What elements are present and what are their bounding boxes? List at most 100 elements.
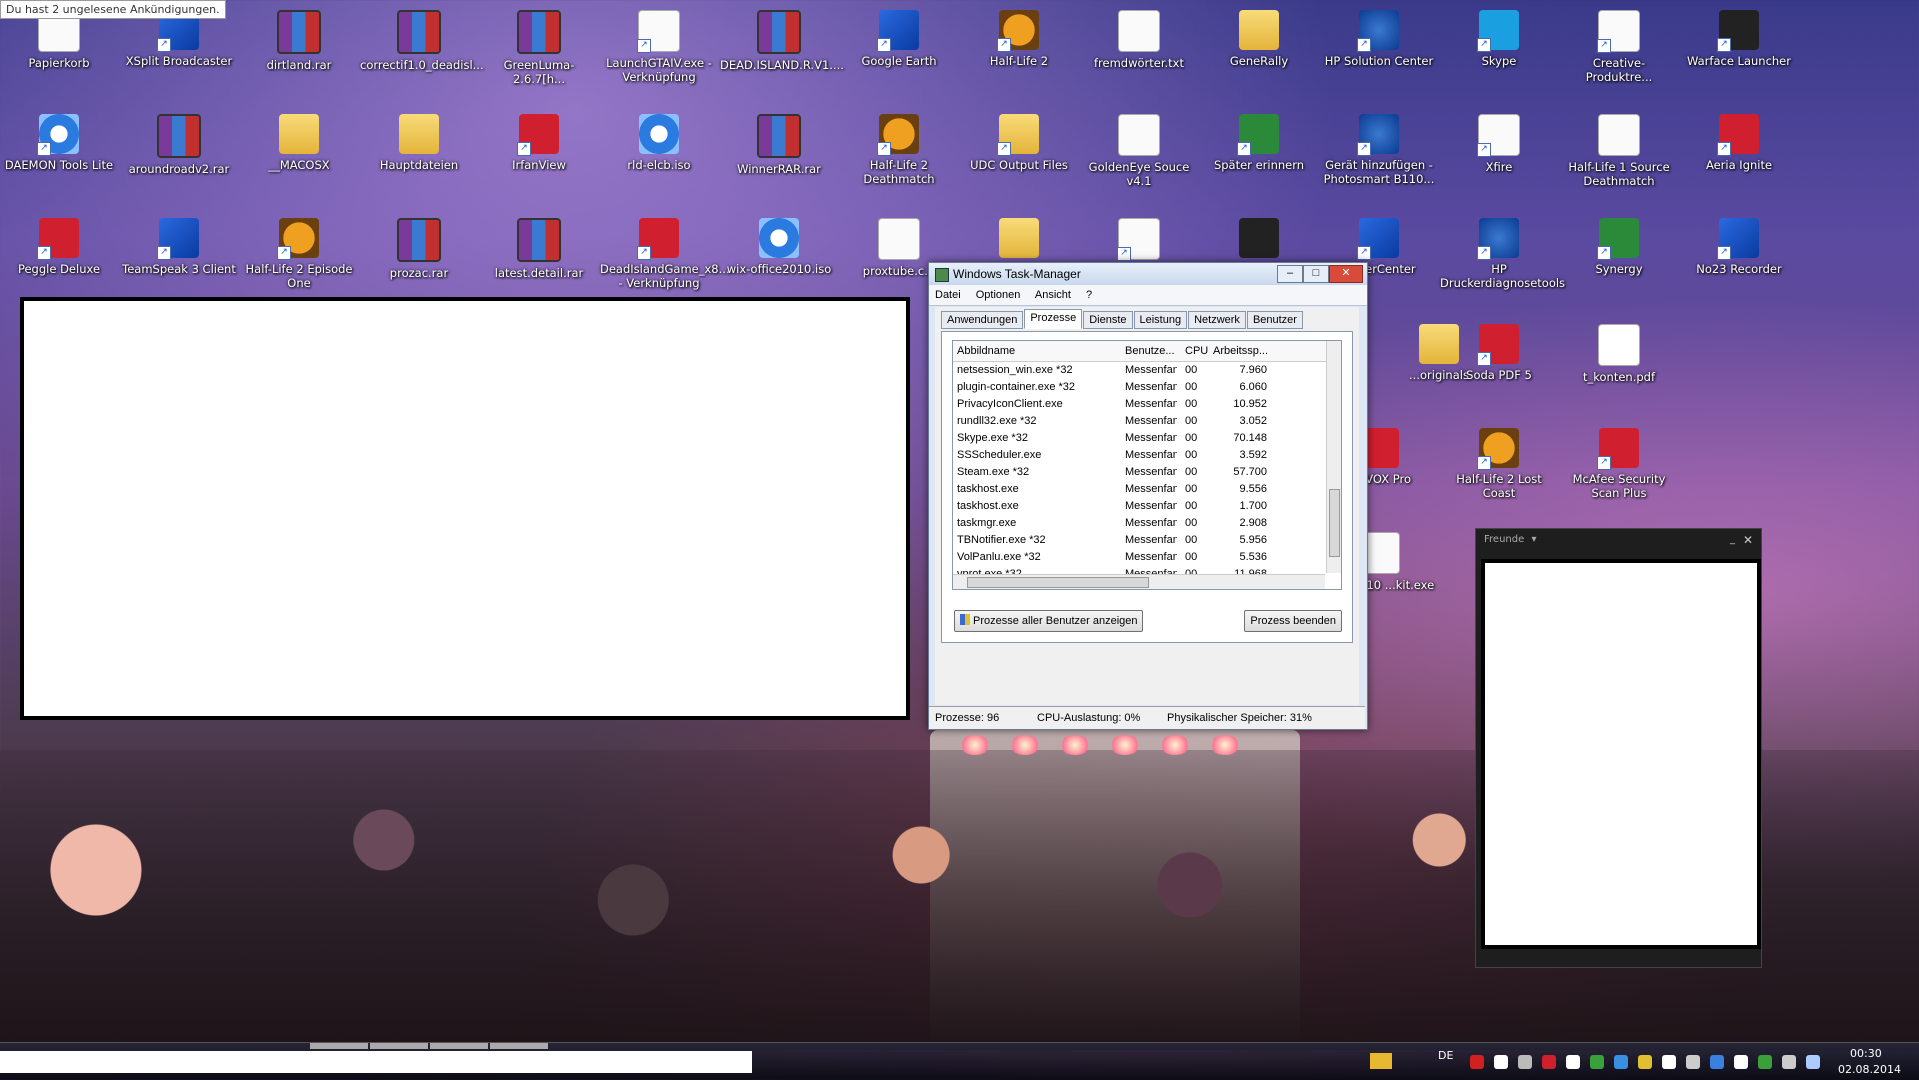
- column-header-memory[interactable]: Arbeitssp...: [1209, 341, 1267, 361]
- table-row[interactable]: Skype.exe *32 Messenfan 00 70.148: [953, 430, 1341, 447]
- taskbar-button[interactable]: [490, 1043, 548, 1049]
- horizontal-scrollbar[interactable]: [953, 574, 1325, 589]
- desktop-icon[interactable]: ↗ DAEMON Tools Lite: [0, 108, 118, 172]
- menu-optionen[interactable]: Optionen: [976, 289, 1021, 301]
- tab-netzwerk[interactable]: Netzwerk: [1188, 311, 1246, 329]
- desktop-icon[interactable]: ↗ IrfanView: [480, 108, 598, 172]
- desktop-icon[interactable]: ↗ TeamSpeak 3 Client: [120, 212, 238, 276]
- desktop-icon[interactable]: wix-office2010.iso: [720, 212, 838, 276]
- desktop-icon[interactable]: ↗ Peggle Deluxe: [0, 212, 118, 276]
- end-process-button[interactable]: Prozess beenden: [1244, 610, 1342, 632]
- close-button[interactable]: ✕: [1329, 265, 1363, 283]
- chevron-down-icon[interactable]: ▾: [1531, 534, 1536, 545]
- desktop-icon[interactable]: ↗ HP Solution Center: [1320, 4, 1438, 68]
- menu-help[interactable]: ?: [1086, 289, 1092, 301]
- desktop-icon[interactable]: ↗ Half-Life 2 Lost Coast: [1440, 422, 1558, 500]
- task-manager-window[interactable]: Windows Task-Manager – □ ✕ Datei Optione…: [928, 262, 1368, 730]
- vertical-scrollbar[interactable]: [1326, 341, 1341, 573]
- taskbar-button[interactable]: [430, 1043, 488, 1049]
- tray-icon[interactable]: [1494, 1055, 1508, 1069]
- table-row[interactable]: taskhost.exe Messenfan 00 9.556: [953, 481, 1341, 498]
- desktop-icon[interactable]: ↗ DeadIslandGame_x8... - Verknüpfung: [600, 212, 730, 290]
- tray-icon[interactable]: [1518, 1055, 1532, 1069]
- tray-icon[interactable]: [1806, 1055, 1820, 1069]
- tray-icon[interactable]: [1758, 1055, 1772, 1069]
- clock-time[interactable]: 00:30: [1850, 1047, 1882, 1060]
- desktop-icon[interactable]: __MACOSX: [240, 108, 358, 172]
- desktop-icon[interactable]: GreenLuma-2.6.7[h...: [480, 4, 598, 86]
- notification-toast[interactable]: Du hast 2 ungelesene Ankündigungen.: [0, 0, 226, 19]
- language-indicator[interactable]: DE: [1438, 1049, 1453, 1062]
- desktop-icon[interactable]: correctif1.0_deadisl...: [360, 4, 484, 72]
- friends-window[interactable]: Freunde ▾ _ ✕: [1475, 528, 1762, 968]
- desktop-icon[interactable]: ↗ McAfee Security Scan Plus: [1560, 422, 1678, 500]
- table-row[interactable]: Steam.exe *32 Messenfan 00 57.700: [953, 464, 1341, 481]
- tray-icon[interactable]: [1782, 1055, 1796, 1069]
- desktop-icon[interactable]: Hauptdateien: [360, 108, 478, 172]
- desktop-icon[interactable]: ↗ No23 Recorder: [1680, 212, 1798, 276]
- desktop-icon[interactable]: latest.detail.rar: [480, 212, 598, 280]
- table-row[interactable]: netsession_win.exe *32 Messenfan 00 7.960: [953, 362, 1341, 379]
- table-row[interactable]: PrivacyIconClient.exe Messenfan 00 10.952: [953, 396, 1341, 413]
- desktop-icon[interactable]: WinnerRAR.rar: [720, 108, 838, 176]
- desktop-icon[interactable]: ↗ LaunchGTAIV.exe - Verknüpfung: [600, 4, 718, 84]
- friends-title-bar[interactable]: Freunde ▾ _ ✕: [1476, 529, 1761, 551]
- table-row[interactable]: plugin-container.exe *32 Messenfan 00 6.060: [953, 379, 1341, 396]
- desktop-icon[interactable]: ↗ Später erinnern: [1200, 108, 1318, 172]
- desktop-icon[interactable]: ↗ Half-Life 2: [960, 4, 1078, 68]
- menu-datei[interactable]: Datei: [935, 289, 961, 301]
- scroll-thumb[interactable]: [967, 577, 1149, 588]
- desktop-icon[interactable]: ↗ Warface Launcher: [1680, 4, 1798, 68]
- desktop-icon[interactable]: rld-elcb.iso: [600, 108, 718, 172]
- taskbar-button[interactable]: [370, 1043, 428, 1049]
- show-all-processes-button[interactable]: Prozesse aller Benutzer anzeigen: [954, 610, 1144, 632]
- column-header-cpu[interactable]: CPU: [1181, 341, 1209, 361]
- mail-icon[interactable]: [1370, 1053, 1392, 1069]
- desktop-icon[interactable]: ↗ UDC Output Files: [960, 108, 1078, 172]
- tab-prozesse[interactable]: Prozesse: [1024, 309, 1083, 329]
- tray-icon[interactable]: [1662, 1055, 1676, 1069]
- tray-icon[interactable]: [1590, 1055, 1604, 1069]
- desktop-icon[interactable]: t_konten.pdf: [1560, 318, 1678, 384]
- minimize-button[interactable]: _: [1730, 529, 1735, 551]
- desktop-icon[interactable]: ↗ Half-Life 2 Deathmatch: [840, 108, 958, 186]
- table-row[interactable]: VolPanlu.exe *32 Messenfan 00 5.536: [953, 549, 1341, 566]
- tray-icon[interactable]: [1542, 1055, 1556, 1069]
- desktop-icon[interactable]: ↗ Skype: [1440, 4, 1558, 68]
- tab-leistung[interactable]: Leistung: [1133, 311, 1188, 329]
- desktop-icon[interactable]: aroundroadv2.rar: [120, 108, 238, 176]
- close-icon[interactable]: ✕: [1743, 529, 1753, 551]
- desktop-icon[interactable]: ↗ HP Druckerdiagnosetools: [1440, 212, 1565, 290]
- tray-icon[interactable]: [1686, 1055, 1700, 1069]
- table-row[interactable]: taskhost.exe Messenfan 00 1.700: [953, 498, 1341, 515]
- desktop-icon[interactable]: DEAD.ISLAND.R.V1....: [720, 4, 844, 72]
- desktop-icon[interactable]: ↗ Aeria Ignite: [1680, 108, 1798, 172]
- tray-icon[interactable]: [1470, 1055, 1484, 1069]
- process-list[interactable]: Abbildname Benutze... CPU Arbeitssp... n…: [952, 340, 1342, 590]
- desktop-icon[interactable]: ↗ Google Earth: [840, 4, 958, 68]
- scroll-thumb[interactable]: [1329, 489, 1340, 557]
- desktop-icon[interactable]: dirtland.rar: [240, 4, 358, 72]
- tray-icon[interactable]: [1734, 1055, 1748, 1069]
- taskbar-button[interactable]: [310, 1043, 368, 1049]
- maximize-button[interactable]: □: [1303, 265, 1329, 283]
- menu-ansicht[interactable]: Ansicht: [1035, 289, 1071, 301]
- desktop-icon[interactable]: GeneRally: [1200, 4, 1318, 68]
- tab-benutzer[interactable]: Benutzer: [1246, 311, 1303, 329]
- column-header-user[interactable]: Benutze...: [1121, 341, 1177, 361]
- tray-icon[interactable]: [1710, 1055, 1724, 1069]
- clock-date[interactable]: 02.08.2014: [1838, 1063, 1901, 1076]
- tray-icon[interactable]: [1614, 1055, 1628, 1069]
- column-header-image-name[interactable]: Abbildname: [953, 341, 1117, 361]
- desktop-icon[interactable]: fremdwörter.txt: [1080, 4, 1198, 70]
- tray-icon[interactable]: [1638, 1055, 1652, 1069]
- desktop-icon[interactable]: ↗ Half-Life 2 Episode One: [240, 212, 358, 290]
- desktop-icon[interactable]: Half-Life 1 Source Deathmatch: [1560, 108, 1678, 188]
- desktop-icon[interactable]: [1200, 212, 1318, 262]
- desktop-icon[interactable]: ↗ Soda PDF 5: [1440, 318, 1558, 382]
- tab-anwendungen[interactable]: Anwendungen: [941, 311, 1024, 329]
- desktop-icon[interactable]: ↗: [1080, 212, 1198, 264]
- tab-dienste[interactable]: Dienste: [1083, 311, 1133, 329]
- desktop-icon[interactable]: GoldenEye Souce v4.1: [1080, 108, 1198, 188]
- desktop-icon[interactable]: [960, 212, 1078, 262]
